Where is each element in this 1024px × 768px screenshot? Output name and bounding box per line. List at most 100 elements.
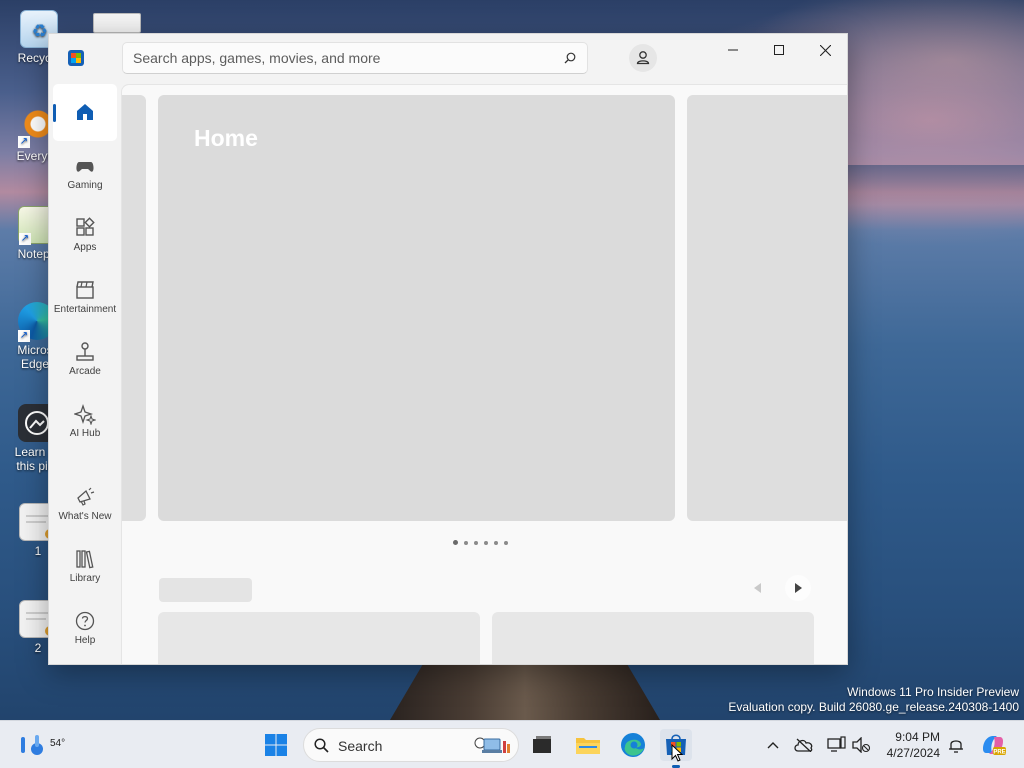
sparkle-icon bbox=[74, 403, 96, 425]
task-view-button[interactable] bbox=[526, 729, 558, 761]
home-icon bbox=[77, 104, 93, 120]
joystick-icon bbox=[76, 342, 94, 361]
copilot-icon: PRE bbox=[983, 736, 1006, 756]
watermark-line-1: Windows 11 Pro Insider Preview bbox=[847, 685, 1019, 699]
volume-button[interactable] bbox=[851, 735, 871, 755]
mouse-cursor-icon bbox=[671, 744, 683, 762]
nav-label: Arcade bbox=[69, 366, 101, 377]
carousel-dot[interactable] bbox=[464, 540, 468, 545]
account-avatar-button[interactable] bbox=[629, 44, 657, 72]
start-button[interactable] bbox=[260, 729, 292, 761]
file-explorer-button[interactable] bbox=[572, 729, 604, 761]
weather-widget[interactable]: 54° bbox=[18, 729, 65, 766]
nav-item-whats-new[interactable]: What's New bbox=[53, 480, 117, 538]
store-logo-icon bbox=[68, 50, 84, 66]
nav-item-library[interactable]: Library bbox=[53, 542, 117, 600]
clock[interactable]: 9:04 PM 4/27/2024 bbox=[880, 729, 940, 761]
search-highlight-icon bbox=[474, 737, 510, 753]
triangle-right-icon bbox=[795, 583, 802, 593]
shortcut-arrow-icon: ↗ bbox=[18, 330, 30, 342]
search-icon[interactable] bbox=[564, 52, 576, 64]
person-icon bbox=[636, 51, 650, 65]
content-card-placeholder[interactable] bbox=[492, 612, 814, 664]
nav-label: Library bbox=[69, 573, 101, 584]
megaphone-icon bbox=[77, 487, 95, 506]
carousel-dot[interactable] bbox=[494, 540, 498, 545]
task-view-icon bbox=[533, 736, 551, 753]
watermark-line-2: Evaluation copy. Build 26080.ge_release.… bbox=[728, 700, 1019, 714]
nav-item-apps[interactable]: Apps bbox=[53, 211, 117, 269]
svg-text:PRE: PRE bbox=[993, 750, 1005, 756]
notifications-button[interactable] bbox=[946, 735, 966, 755]
network-icon bbox=[827, 736, 846, 752]
store-window: Gaming Apps Entertainment bbox=[48, 33, 848, 665]
section-prev-button[interactable] bbox=[745, 575, 771, 601]
search-box[interactable] bbox=[122, 42, 588, 74]
nav-label: AI Hub bbox=[69, 428, 101, 439]
nav-item-gaming[interactable]: Gaming bbox=[53, 149, 117, 207]
nav-item-ai-hub[interactable]: AI Hub bbox=[53, 397, 117, 455]
edge-button[interactable] bbox=[617, 729, 649, 761]
folder-icon bbox=[576, 738, 600, 754]
nav-item-arcade[interactable]: Arcade bbox=[53, 335, 117, 393]
nav-label: Help bbox=[74, 635, 96, 646]
title-bar[interactable] bbox=[49, 34, 847, 84]
help-icon bbox=[75, 611, 95, 631]
chevron-up-icon bbox=[767, 742, 779, 749]
evaluation-watermark: Windows 11 Pro Insider Preview Evaluatio… bbox=[728, 685, 1019, 715]
nav-label: Entertainment bbox=[53, 304, 117, 315]
triangle-left-icon bbox=[754, 583, 761, 593]
nav-label: What's New bbox=[58, 511, 112, 522]
desktop-icon-label: 2 bbox=[34, 641, 42, 655]
desktop-wallpaper-horizon bbox=[848, 165, 1024, 205]
close-button[interactable] bbox=[802, 34, 847, 66]
nav-label: Gaming bbox=[67, 180, 103, 191]
minimize-icon bbox=[728, 49, 738, 51]
library-icon bbox=[76, 550, 94, 569]
clock-date: 4/27/2024 bbox=[886, 746, 940, 760]
minimize-button[interactable] bbox=[710, 34, 756, 66]
taskbar-search[interactable]: Search bbox=[303, 728, 519, 762]
thermometer-icon bbox=[21, 735, 43, 755]
content-card-placeholder[interactable] bbox=[158, 612, 480, 664]
nav-item-entertainment[interactable]: Entertainment bbox=[53, 273, 117, 331]
shortcut-arrow-icon: ↗ bbox=[18, 136, 30, 148]
edge-icon bbox=[621, 733, 645, 757]
nav-label: Apps bbox=[73, 242, 97, 253]
store-sidebar: Gaming Apps Entertainment Arcade AI Hub … bbox=[49, 84, 121, 664]
taskbar-search-label: Search bbox=[338, 738, 383, 754]
weather-temperature: 54° bbox=[50, 738, 66, 749]
network-button[interactable] bbox=[826, 735, 846, 755]
carousel-dot[interactable] bbox=[453, 540, 458, 545]
carousel-dot[interactable] bbox=[474, 540, 478, 545]
clock-time: 9:04 PM bbox=[895, 730, 940, 744]
desktop-icon-label: 1 bbox=[34, 544, 42, 558]
carousel-prev-card[interactable] bbox=[122, 95, 146, 521]
section-next-button[interactable] bbox=[785, 575, 811, 601]
taskbar: 54° Search 9:04 PM 4/27/2024 PRE bbox=[0, 720, 1024, 768]
desktop-icon-file-top[interactable] bbox=[93, 13, 141, 33]
cloud-offline-icon bbox=[794, 738, 813, 752]
clapperboard-icon bbox=[76, 281, 94, 299]
onedrive-button[interactable] bbox=[794, 735, 814, 755]
windows-logo-icon bbox=[265, 734, 287, 756]
hero-banner[interactable]: Home bbox=[158, 95, 675, 521]
close-icon bbox=[819, 44, 831, 56]
search-icon bbox=[314, 738, 329, 753]
maximize-button[interactable] bbox=[756, 34, 802, 66]
carousel-dot[interactable] bbox=[504, 540, 508, 545]
carousel-indicator bbox=[453, 540, 508, 545]
nav-item-help[interactable]: Help bbox=[53, 604, 117, 662]
copilot-button[interactable]: PRE bbox=[980, 732, 1006, 758]
show-hidden-icons-button[interactable] bbox=[763, 735, 783, 755]
page-title: Home bbox=[194, 125, 258, 151]
maximize-icon bbox=[774, 45, 784, 55]
notification-bell-icon bbox=[949, 740, 963, 753]
nav-item-home[interactable] bbox=[53, 84, 117, 141]
shortcut-arrow-icon: ↗ bbox=[19, 233, 31, 245]
volume-muted-icon bbox=[852, 737, 871, 753]
carousel-dot[interactable] bbox=[484, 540, 488, 545]
apps-icon bbox=[76, 217, 95, 236]
carousel-next-card[interactable] bbox=[687, 95, 847, 521]
search-input[interactable] bbox=[133, 43, 553, 73]
